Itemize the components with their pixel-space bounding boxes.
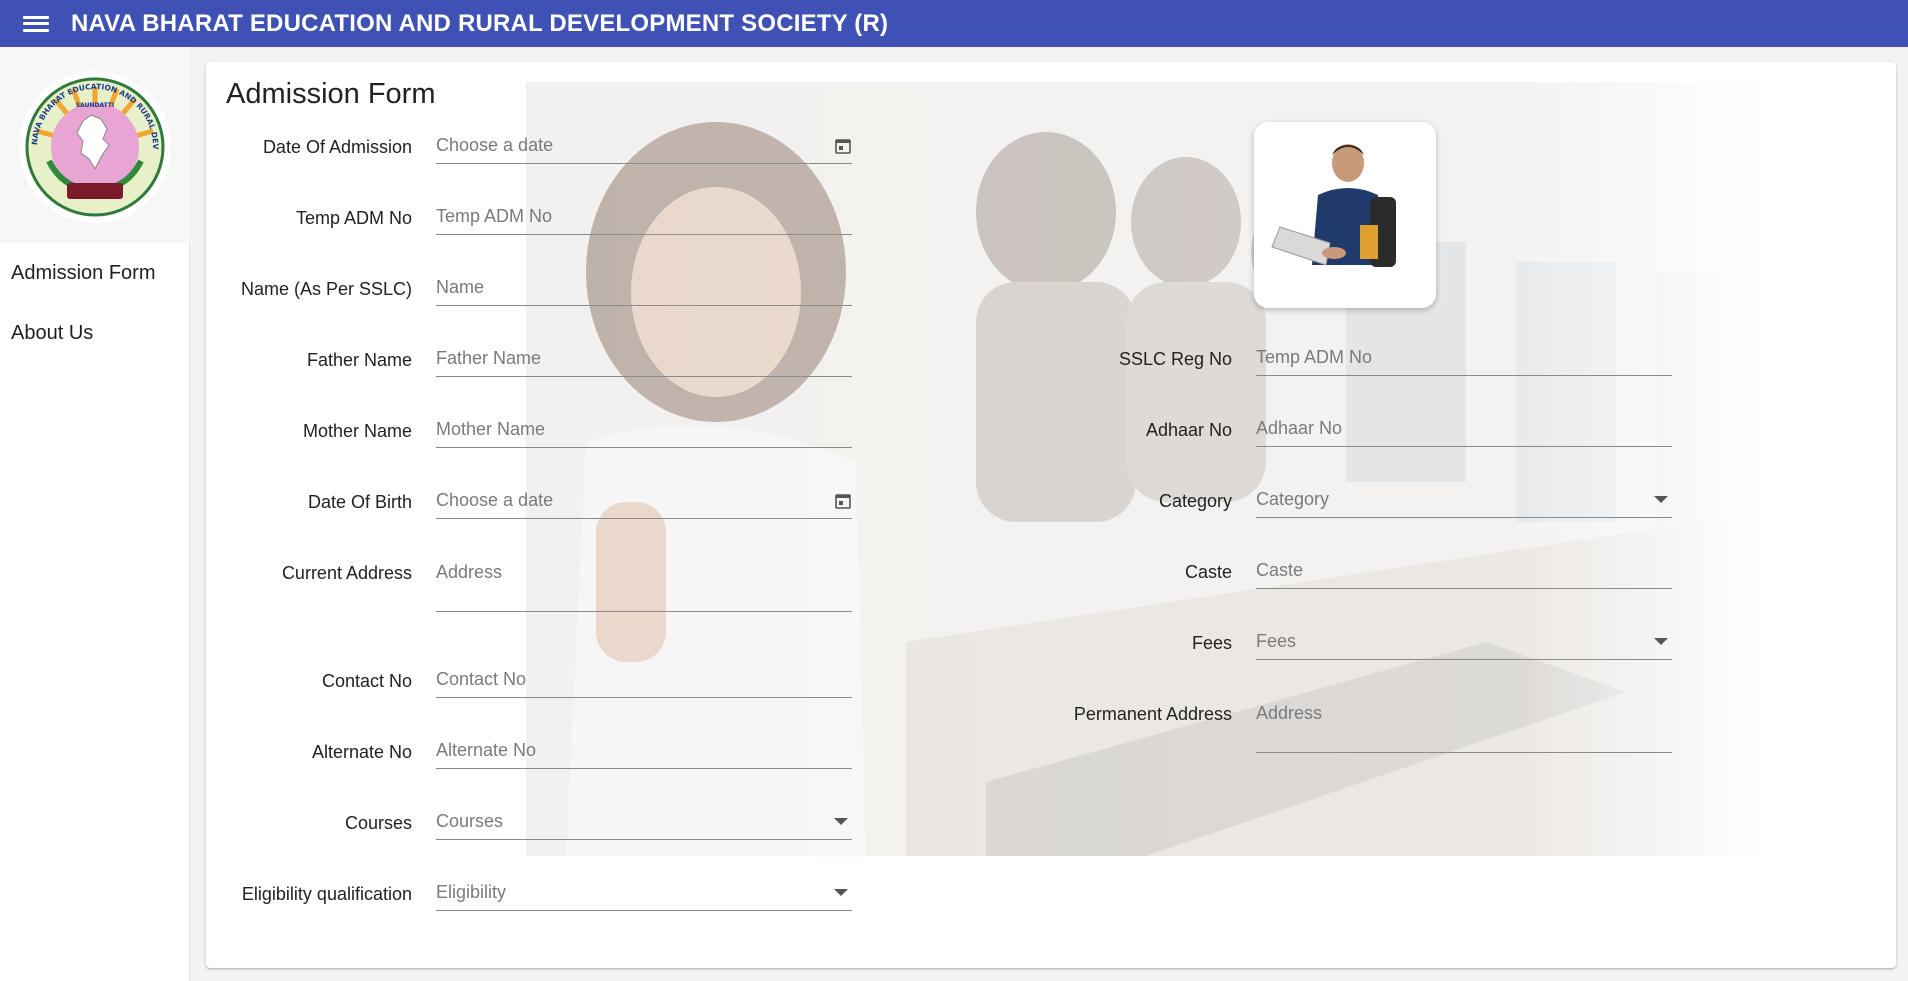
fees-placeholder: Fees — [1256, 631, 1297, 651]
form-row-contact-no: Contact No Contact No — [206, 664, 852, 698]
calendar-icon[interactable] — [834, 137, 852, 155]
menu-icon[interactable] — [23, 14, 49, 34]
current-address-placeholder: Address — [436, 562, 503, 582]
category-placeholder: Category — [1256, 489, 1330, 509]
label-eligibility: Eligibility qualification — [241, 884, 412, 904]
name-input[interactable]: Name — [436, 272, 852, 306]
dropdown-arrow-icon — [1654, 496, 1668, 503]
label-date-of-admission: Date Of Admission — [262, 137, 412, 157]
date-of-admission-placeholder: Choose a date — [436, 135, 554, 155]
logo: NAVA BHARAT EDUCATION AND RURAL DEVELOPM… — [0, 47, 190, 243]
student-photo[interactable] — [1254, 122, 1436, 308]
sidebar-item-admission-form[interactable]: Admission Form — [0, 243, 189, 303]
caste-input[interactable]: Caste — [1256, 555, 1672, 589]
adhaar-no-placeholder: Adhaar No — [1256, 418, 1343, 438]
dropdown-arrow-icon — [834, 889, 848, 896]
sidebar: NAVA BHARAT EDUCATION AND RURAL DEVELOPM… — [0, 47, 190, 981]
current-address-textarea[interactable]: Address — [436, 556, 852, 612]
form-row-current-address: Current Address Address — [206, 556, 852, 612]
date-of-admission-input[interactable]: Choose a date — [436, 130, 852, 164]
form-row-name: Name (As Per SSLC) Name — [206, 272, 852, 306]
admission-form-card: Admission Form Date Of Admission Choose … — [206, 62, 1896, 968]
caste-placeholder: Caste — [1256, 560, 1304, 580]
student-avatar-image — [1271, 144, 1396, 267]
alternate-no-placeholder: Alternate No — [436, 740, 537, 760]
form-row-fees: Fees Fees — [1028, 626, 1672, 660]
label-name: Name (As Per SSLC) — [240, 279, 412, 299]
label-permanent-address: Permanent Address — [1073, 704, 1232, 724]
svg-text:SAUNDATTI: SAUNDATTI — [76, 102, 114, 109]
father-name-input[interactable]: Father Name — [436, 343, 852, 377]
label-temp-adm-no: Temp ADM No — [295, 208, 412, 228]
label-caste: Caste — [1184, 562, 1232, 582]
adhaar-no-input[interactable]: Adhaar No — [1256, 413, 1672, 447]
alternate-no-input[interactable]: Alternate No — [436, 735, 852, 769]
form-row-permanent-address: Permanent Address Address — [1028, 697, 1672, 753]
label-contact-no: Contact No — [321, 671, 412, 691]
form-row-category: Category Category — [1028, 484, 1672, 518]
name-placeholder: Name — [436, 277, 485, 297]
form-row-eligibility: Eligibility qualification Eligibility — [206, 877, 852, 911]
top-toolbar: NAVA BHARAT EDUCATION AND RURAL DEVELOPM… — [0, 0, 1908, 47]
label-category: Category — [1158, 491, 1232, 511]
contact-no-placeholder: Contact No — [436, 669, 527, 689]
permanent-address-textarea[interactable]: Address — [1256, 697, 1672, 753]
form-row-sslc-reg-no: SSLC Reg No Temp ADM No — [1028, 342, 1672, 376]
fees-select[interactable]: Fees — [1256, 626, 1672, 660]
courses-placeholder: Courses — [436, 811, 504, 831]
category-select[interactable]: Category — [1256, 484, 1672, 518]
sidebar-item-about-us[interactable]: About Us — [0, 303, 189, 363]
contact-no-input[interactable]: Contact No — [436, 664, 852, 698]
eligibility-select[interactable]: Eligibility — [436, 877, 852, 911]
calendar-icon[interactable] — [834, 492, 852, 510]
eligibility-placeholder: Eligibility — [436, 882, 507, 902]
form-row-adhaar-no: Adhaar No Adhaar No — [1028, 413, 1672, 447]
form-row-date-of-admission: Date Of Admission Choose a date — [206, 130, 852, 164]
dropdown-arrow-icon — [834, 818, 848, 825]
form-row-date-of-birth: Date Of Birth Choose a date — [206, 485, 852, 519]
permanent-address-placeholder: Address — [1256, 703, 1323, 723]
form-row-mother-name: Mother Name Mother Name — [206, 414, 852, 448]
label-sslc-reg-no: SSLC Reg No — [1118, 349, 1232, 369]
label-date-of-birth: Date Of Birth — [307, 492, 412, 512]
sslc-reg-no-placeholder: Temp ADM No — [1256, 347, 1373, 367]
sslc-reg-no-input[interactable]: Temp ADM No — [1256, 342, 1672, 376]
dropdown-arrow-icon — [1654, 638, 1668, 645]
label-current-address: Current Address — [281, 563, 412, 583]
label-father-name: Father Name — [306, 350, 412, 370]
society-logo-icon: NAVA BHARAT EDUCATION AND RURAL DEVELOPM… — [13, 65, 171, 223]
label-alternate-no: Alternate No — [311, 742, 412, 762]
form-row-alternate-no: Alternate No Alternate No — [206, 735, 852, 769]
temp-adm-no-placeholder: Temp ADM No — [436, 206, 553, 226]
father-name-placeholder: Father Name — [436, 348, 542, 368]
label-courses: Courses — [344, 813, 412, 833]
form-row-father-name: Father Name Father Name — [206, 343, 852, 377]
form-row-temp-adm-no: Temp ADM No Temp ADM No — [206, 201, 852, 235]
label-mother-name: Mother Name — [302, 421, 412, 441]
page-title: Admission Form — [226, 78, 436, 110]
app-title: NAVA BHARAT EDUCATION AND RURAL DEVELOPM… — [71, 9, 889, 37]
date-of-birth-input[interactable]: Choose a date — [436, 485, 852, 519]
form-row-caste: Caste Caste — [1028, 555, 1672, 589]
courses-select[interactable]: Courses — [436, 806, 852, 840]
label-fees: Fees — [1191, 633, 1232, 653]
label-adhaar-no: Adhaar No — [1145, 420, 1232, 440]
mother-name-placeholder: Mother Name — [436, 419, 546, 439]
temp-adm-no-input[interactable]: Temp ADM No — [436, 201, 852, 235]
form-row-courses: Courses Courses — [206, 806, 852, 840]
date-of-birth-placeholder: Choose a date — [436, 490, 554, 510]
mother-name-input[interactable]: Mother Name — [436, 414, 852, 448]
